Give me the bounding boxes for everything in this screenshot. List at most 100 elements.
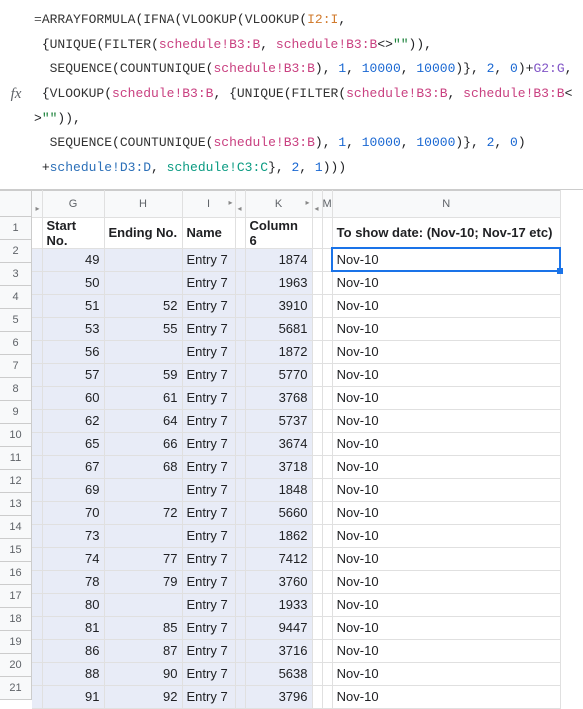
cell[interactable]: 5660 (245, 501, 312, 524)
cell[interactable]: Entry 7 (182, 547, 235, 570)
row-header[interactable]: 4 (0, 286, 32, 309)
cell[interactable] (312, 524, 322, 547)
cell[interactable]: To show date: (Nov-10; Nov-17 etc) (332, 217, 560, 248)
cell[interactable]: 59 (104, 363, 182, 386)
col-header-hidden[interactable]: ◂ (312, 190, 322, 217)
cell[interactable]: 86 (42, 639, 104, 662)
col-header-m[interactable]: M (322, 190, 332, 217)
cell[interactable]: Nov-10 (332, 547, 560, 570)
cell[interactable]: Nov-10 (332, 271, 560, 294)
cell[interactable]: 5638 (245, 662, 312, 685)
row-header[interactable]: 19 (0, 631, 32, 654)
cell[interactable] (322, 685, 332, 708)
cell[interactable]: 81 (42, 616, 104, 639)
col-header-k[interactable]: K▸ (245, 190, 312, 217)
row-header[interactable]: 9 (0, 401, 32, 424)
cell[interactable]: 73 (42, 524, 104, 547)
cell[interactable]: Entry 7 (182, 317, 235, 340)
cell[interactable] (312, 639, 322, 662)
cell[interactable]: 3718 (245, 455, 312, 478)
cell[interactable]: Nov-10 (332, 478, 560, 501)
cell[interactable] (235, 432, 245, 455)
cell[interactable]: 3910 (245, 294, 312, 317)
cell[interactable] (32, 386, 42, 409)
cell[interactable]: Nov-10 (332, 363, 560, 386)
cell[interactable]: 56 (42, 340, 104, 363)
cell[interactable]: 1933 (245, 593, 312, 616)
cell[interactable] (235, 616, 245, 639)
cell[interactable]: 66 (104, 432, 182, 455)
cell[interactable]: 5770 (245, 363, 312, 386)
cell[interactable]: 57 (42, 363, 104, 386)
cell[interactable] (235, 217, 245, 248)
cell[interactable] (235, 570, 245, 593)
cell[interactable] (322, 340, 332, 363)
cell[interactable]: 1862 (245, 524, 312, 547)
cell[interactable] (32, 570, 42, 593)
cell[interactable]: 70 (42, 501, 104, 524)
cell[interactable] (235, 524, 245, 547)
cell[interactable] (322, 478, 332, 501)
cell[interactable]: Nov-10 (332, 593, 560, 616)
cell[interactable]: Nov-10 (332, 662, 560, 685)
cell[interactable] (235, 386, 245, 409)
cell[interactable] (235, 593, 245, 616)
cell[interactable] (312, 317, 322, 340)
cell[interactable] (32, 455, 42, 478)
cell[interactable] (32, 294, 42, 317)
cell[interactable] (312, 593, 322, 616)
cell[interactable] (322, 363, 332, 386)
cell[interactable] (32, 662, 42, 685)
cell[interactable]: Nov-10 (332, 317, 560, 340)
cell[interactable] (312, 501, 322, 524)
cell[interactable] (32, 317, 42, 340)
cell[interactable] (322, 432, 332, 455)
cell[interactable] (312, 363, 322, 386)
row-header[interactable]: 15 (0, 539, 32, 562)
cell[interactable] (322, 501, 332, 524)
cell[interactable] (312, 386, 322, 409)
cell[interactable] (312, 547, 322, 570)
cell[interactable] (312, 478, 322, 501)
cell[interactable]: 50 (42, 271, 104, 294)
cell[interactable] (312, 217, 322, 248)
cell[interactable]: 5681 (245, 317, 312, 340)
cell[interactable] (32, 340, 42, 363)
cell[interactable] (322, 217, 332, 248)
cell[interactable] (312, 570, 322, 593)
row-header[interactable]: 11 (0, 447, 32, 470)
cell[interactable]: 92 (104, 685, 182, 708)
cell[interactable]: 3674 (245, 432, 312, 455)
cell[interactable]: Entry 7 (182, 294, 235, 317)
cell[interactable] (235, 685, 245, 708)
cell[interactable]: 7412 (245, 547, 312, 570)
cell[interactable]: 9447 (245, 616, 312, 639)
cell[interactable]: Nov-10 (332, 501, 560, 524)
cell[interactable]: Nov-10 (332, 524, 560, 547)
cell[interactable]: 60 (42, 386, 104, 409)
cell[interactable] (322, 317, 332, 340)
cell[interactable] (32, 547, 42, 570)
cell[interactable] (322, 662, 332, 685)
cell[interactable]: 65 (42, 432, 104, 455)
expand-arrow-icon[interactable]: ▸ (305, 198, 309, 207)
cell[interactable] (32, 593, 42, 616)
row-header[interactable]: 3 (0, 263, 32, 286)
cell[interactable]: Nov-10 (332, 409, 560, 432)
row-header[interactable]: 16 (0, 562, 32, 585)
row-header[interactable]: 2 (0, 240, 32, 263)
row-header[interactable]: 14 (0, 516, 32, 539)
cell[interactable]: 69 (42, 478, 104, 501)
cell[interactable] (32, 217, 42, 248)
cell[interactable] (312, 340, 322, 363)
cell[interactable] (235, 271, 245, 294)
col-header-g[interactable]: G (42, 190, 104, 217)
cell[interactable]: Entry 7 (182, 570, 235, 593)
cell[interactable] (32, 363, 42, 386)
cell[interactable] (104, 593, 182, 616)
cell[interactable]: 3760 (245, 570, 312, 593)
row-header[interactable]: 7 (0, 355, 32, 378)
cell[interactable]: 52 (104, 294, 182, 317)
expand-arrow-icon[interactable]: ▸ (228, 198, 232, 207)
cell[interactable] (312, 662, 322, 685)
